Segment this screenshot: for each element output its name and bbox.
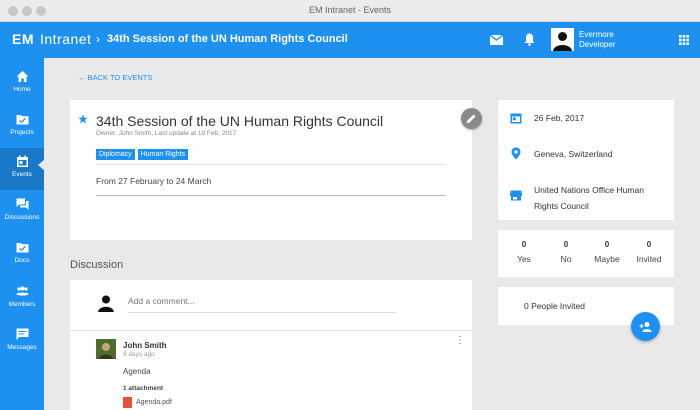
post-author-avatar <box>96 339 116 359</box>
mail-icon[interactable] <box>490 35 503 45</box>
invited-count: 0 People Invited <box>524 301 585 311</box>
rsvp-maybe[interactable]: 0 Maybe <box>587 240 627 264</box>
attachments-count: 1 attachment <box>123 385 164 392</box>
members-icon <box>16 286 28 296</box>
sidebar-item-members[interactable]: Members <box>0 278 44 320</box>
message-icon <box>16 328 28 340</box>
comment-input[interactable] <box>128 296 396 313</box>
more-vert-icon[interactable]: ⋮ <box>455 335 465 346</box>
app-header: EM Intranet › 34th Session of the UN Huma… <box>0 22 700 58</box>
post-author[interactable]: John Smith <box>123 341 167 350</box>
event-venue: United Nations Office Human Rights Counc… <box>534 185 644 211</box>
event-info-card: 26 Feb, 2017 Geneva, Switzerland United … <box>498 100 674 220</box>
location-pin-icon <box>511 147 521 160</box>
rsvp-count: 0 <box>604 240 610 249</box>
bell-icon[interactable] <box>524 33 535 46</box>
rsvp-yes[interactable]: 0 Yes <box>504 240 544 264</box>
breadcrumb: 34th Session of the UN Human Rights Coun… <box>107 33 348 45</box>
back-link-label: BACK TO EVENTS <box>87 73 153 82</box>
event-dates: From 27 February to 24 March <box>96 176 212 186</box>
brand-logo[interactable]: EM Intranet <box>12 31 91 47</box>
sidebar-label-projects: Projects <box>10 129 34 136</box>
invite-people-button[interactable] <box>631 312 660 341</box>
star-icon[interactable] <box>78 114 88 124</box>
rsvp-label: Maybe <box>594 254 620 264</box>
folder-icon <box>16 115 28 125</box>
sidebar-label-docs: Docs <box>14 257 30 264</box>
avatar <box>96 292 116 312</box>
event-tags: Diplomacy Human Rights <box>96 143 191 161</box>
discussion-heading: Discussion <box>70 259 124 271</box>
home-icon <box>16 71 28 82</box>
sidebar-label-members: Members <box>8 301 36 308</box>
event-title: 34th Session of the UN Human Rights Coun… <box>96 113 384 129</box>
window-title: EM Intranet - Events <box>308 5 392 15</box>
building-icon <box>510 190 522 201</box>
sidebar-label-messages: Messages <box>7 344 37 351</box>
window-titlebar: EM Intranet - Events <box>0 0 700 22</box>
sidebar-nav: Home Projects Events Discussions Docs Me… <box>0 58 44 410</box>
calendar-icon <box>510 113 522 124</box>
active-nav-pointer <box>38 159 45 171</box>
sidebar-item-docs[interactable]: Docs <box>0 234 44 276</box>
sidebar-item-projects[interactable]: Projects <box>0 106 44 148</box>
user-name[interactable]: Evermore Developer <box>579 30 615 50</box>
arrow-left-icon: ← <box>78 73 88 82</box>
event-date: 26 Feb, 2017 <box>534 113 585 123</box>
event-owner: Owner: John Smith, Last update at 19 Feb… <box>96 130 237 137</box>
rsvp-count: 0 <box>563 240 569 249</box>
add-person-icon <box>639 322 652 332</box>
divider <box>96 164 446 165</box>
rsvp-label: No <box>560 254 572 264</box>
brand-name: Intranet <box>40 31 92 47</box>
rsvp-label: Invited <box>636 254 662 264</box>
attachment-link[interactable]: Agenda.pdf <box>136 399 172 406</box>
user-name-first: Evermore <box>579 30 614 39</box>
sidebar-item-discussions[interactable]: Discussions <box>0 191 44 233</box>
rsvp-summary-card: 0 Yes 0 No 0 Maybe 0 Invited <box>498 230 674 277</box>
tag-chip[interactable]: Diplomacy <box>96 149 135 160</box>
rsvp-invited[interactable]: 0 Invited <box>629 240 669 264</box>
sidebar-label-discussions: Discussions <box>4 214 40 221</box>
back-to-events-link[interactable]: ← BACK TO EVENTS <box>78 73 152 82</box>
sidebar-label-events: Events <box>12 171 32 178</box>
chevron-right-icon: › <box>96 32 100 46</box>
tag-chip[interactable]: Human Rights <box>137 149 189 160</box>
rsvp-count: 0 <box>646 240 652 249</box>
chat-icon <box>16 198 28 210</box>
apps-grid-icon[interactable] <box>679 35 689 45</box>
docs-folder-icon <box>16 243 28 253</box>
event-location: Geneva, Switzerland <box>534 149 613 159</box>
divider <box>70 330 472 331</box>
event-details-card: 34th Session of the UN Human Rights Coun… <box>70 100 472 240</box>
rsvp-no[interactable]: 0 No <box>546 240 586 264</box>
sidebar-label-home: Home <box>13 86 31 93</box>
sidebar-item-home[interactable]: Home <box>0 63 44 105</box>
discussion-card: John Smith 9 days ago ⋮ Agenda 1 attachm… <box>70 280 472 410</box>
rsvp-label: Yes <box>517 254 531 264</box>
edit-event-button[interactable] <box>461 108 482 129</box>
brand-short: EM <box>12 31 34 47</box>
pencil-icon <box>467 114 476 123</box>
post-timestamp: 9 days ago <box>123 351 155 358</box>
pdf-file-icon <box>123 397 132 408</box>
calendar-icon <box>16 155 28 167</box>
rsvp-count: 0 <box>521 240 527 249</box>
sidebar-item-messages[interactable]: Messages <box>0 321 44 363</box>
divider <box>96 195 446 196</box>
user-role: Developer <box>579 40 616 49</box>
user-avatar[interactable] <box>551 28 574 51</box>
scrollbar[interactable] <box>694 58 700 410</box>
post-body: Agenda <box>123 367 151 376</box>
